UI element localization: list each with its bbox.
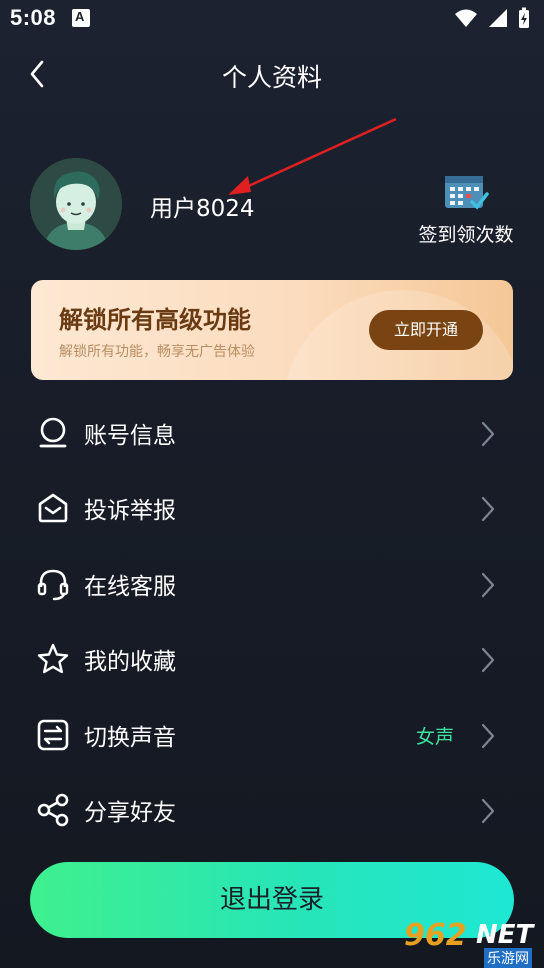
- vip-banner[interactable]: 解锁所有高级功能 解锁所有功能，畅享无广告体验 立即开通: [31, 280, 513, 380]
- mail-icon: [38, 494, 68, 523]
- avatar[interactable]: [30, 158, 122, 250]
- chevron-right-icon: [481, 723, 495, 748]
- menu-item-label: 在线客服: [84, 573, 176, 600]
- share-icon: [37, 793, 69, 827]
- watermark-net: NET: [476, 920, 534, 950]
- user-icon: [39, 417, 67, 448]
- activate-now-button[interactable]: 立即开通: [369, 310, 483, 350]
- avatar-face-icon: [30, 158, 122, 250]
- menu-item-online-service[interactable]: 在线客服: [0, 547, 544, 622]
- menu-item-share-friends[interactable]: 分享好友: [0, 773, 544, 848]
- menu-item-label: 账号信息: [84, 423, 176, 449]
- star-icon: [37, 643, 69, 674]
- site-watermark: 962 NET 乐游网: [404, 918, 544, 968]
- status-icons: [454, 7, 530, 29]
- calendar-check-icon: [445, 176, 489, 210]
- menu-item-switch-voice[interactable]: 切换声音 女声: [0, 698, 544, 773]
- menu-item-value: 女声: [415, 725, 454, 748]
- menu-item-my-favorites[interactable]: 我的收藏: [0, 622, 544, 697]
- notification-glyph: A: [75, 9, 85, 24]
- signal-icon: [489, 9, 507, 27]
- status-time: 5:08: [10, 5, 57, 30]
- chevron-right-icon: [481, 798, 495, 824]
- chevron-right-icon: [481, 497, 495, 522]
- top-bar: 个人资料: [0, 44, 544, 108]
- settings-menu: 账号信息 投诉举报 在线客服 我的收藏 切换声音 女声 分享好友: [0, 396, 544, 848]
- switch-icon: [37, 719, 69, 750]
- watermark-number: 962: [404, 918, 467, 953]
- menu-item-label: 我的收藏: [84, 649, 176, 676]
- red-arrow-annotation: [228, 117, 397, 195]
- menu-item-label: 分享好友: [84, 799, 176, 826]
- wifi-icon: [455, 9, 477, 27]
- notification-icon: A: [72, 9, 90, 27]
- checkin-button[interactable]: 签到领次数: [414, 172, 518, 247]
- menu-item-complaint-report[interactable]: 投诉举报: [0, 471, 544, 546]
- banner-subtitle: 解锁所有功能，畅享无广告体验: [59, 344, 255, 360]
- checkin-label: 签到领次数: [418, 224, 514, 246]
- menu-item-label: 切换声音: [84, 724, 176, 751]
- page-title: 个人资料: [221, 63, 322, 92]
- battery-icon: [519, 7, 529, 28]
- watermark-sub: 乐游网: [484, 948, 532, 968]
- banner-title: 解锁所有高级功能: [59, 306, 251, 334]
- chevron-right-icon: [481, 421, 495, 447]
- menu-item-account-info[interactable]: 账号信息: [0, 396, 544, 471]
- chevron-right-icon: [481, 648, 495, 673]
- menu-item-label: 投诉举报: [84, 498, 176, 525]
- headset-icon: [37, 569, 69, 600]
- chevron-right-icon: [481, 572, 495, 597]
- status-bar: 5:08 A: [0, 0, 544, 36]
